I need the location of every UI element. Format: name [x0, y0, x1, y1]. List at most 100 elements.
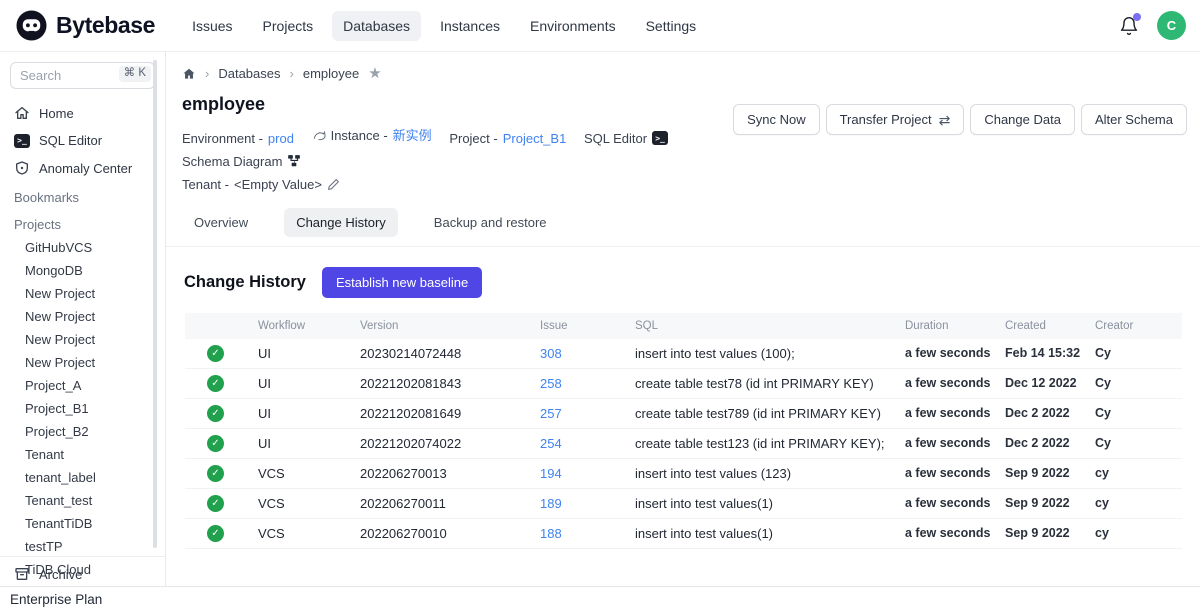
- sidebar-project-githubvcs[interactable]: GitHubVCS: [0, 236, 165, 259]
- version-cell: 202206270010: [348, 526, 528, 541]
- issue-cell: 189: [528, 496, 623, 511]
- created-cell: Dec 2 2022: [993, 436, 1083, 450]
- creator-cell: Cy: [1083, 436, 1182, 450]
- sidebar-project-project-b1[interactable]: Project_B1: [0, 397, 165, 420]
- bytebase-logo[interactable]: Bytebase: [16, 10, 155, 41]
- issue-link[interactable]: 189: [540, 496, 562, 511]
- sidebar-project-new-project[interactable]: New Project: [0, 328, 165, 351]
- user-avatar[interactable]: C: [1157, 11, 1186, 40]
- environment-link[interactable]: prod: [268, 127, 294, 150]
- col-header-sql: SQL: [623, 320, 893, 332]
- sidebar-project-tenant-test[interactable]: Tenant_test: [0, 489, 165, 512]
- duration-cell: a few seconds: [893, 436, 993, 450]
- sidebar-project-mongodb[interactable]: MongoDB: [0, 259, 165, 282]
- schema-diagram-label: Schema Diagram: [182, 150, 282, 173]
- sidebar-item-label: Home: [39, 106, 74, 121]
- version-cell: 202206270013: [348, 466, 528, 481]
- sidebar-project-tenanttidb[interactable]: TenantTiDB: [0, 512, 165, 535]
- sql-editor-label: SQL Editor: [584, 127, 647, 150]
- issue-link[interactable]: 308: [540, 346, 562, 361]
- table-row[interactable]: ✓UI20230214072448308insert into test val…: [185, 339, 1182, 369]
- main-content: › Databases › employee ★ employee Enviro…: [166, 52, 1200, 592]
- tab-backup-and-restore[interactable]: Backup and restore: [422, 208, 559, 237]
- breadcrumb-databases[interactable]: Databases: [218, 66, 280, 81]
- status-cell: ✓: [185, 345, 246, 362]
- sidebar-project-new-project[interactable]: New Project: [0, 282, 165, 305]
- table-row[interactable]: ✓UI20221202074022254create table test123…: [185, 429, 1182, 459]
- status-done-icon: ✓: [207, 495, 224, 512]
- table-row[interactable]: ✓VCS202206270011189insert into test valu…: [185, 489, 1182, 519]
- created-cell: Sep 9 2022: [993, 496, 1083, 510]
- schema-diagram-shortcut[interactable]: Schema Diagram: [182, 150, 301, 173]
- issue-cell: 258: [528, 376, 623, 391]
- nav-item-issues[interactable]: Issues: [181, 11, 243, 41]
- project-link[interactable]: Project_B1: [503, 127, 567, 150]
- issue-link[interactable]: 258: [540, 376, 562, 391]
- shield-icon: [14, 160, 30, 176]
- created-cell: Dec 12 2022: [993, 376, 1083, 390]
- sidebar-item-home[interactable]: Home: [0, 99, 165, 127]
- creator-cell: cy: [1083, 526, 1182, 540]
- table-row[interactable]: ✓UI20221202081649257create table test789…: [185, 399, 1182, 429]
- issue-cell: 308: [528, 346, 623, 361]
- duration-cell: a few seconds: [893, 496, 993, 510]
- keyboard-shortcut-badge: ⌘ K: [119, 66, 151, 82]
- home-breadcrumb-icon[interactable]: [182, 67, 196, 81]
- issue-link[interactable]: 188: [540, 526, 562, 541]
- bookmark-star-icon[interactable]: ★: [368, 66, 381, 81]
- creator-cell: Cy: [1083, 376, 1182, 390]
- sidebar-project-testtp[interactable]: testTP: [0, 535, 165, 558]
- alter-schema-button[interactable]: Alter Schema: [1081, 104, 1187, 135]
- sidebar-item-archive[interactable]: Archive: [0, 556, 165, 588]
- workflow-cell: UI: [246, 406, 348, 421]
- table-row[interactable]: ✓VCS202206270013194insert into test valu…: [185, 459, 1182, 489]
- tab-change-history[interactable]: Change History: [284, 208, 398, 237]
- sidebar-project-new-project[interactable]: New Project: [0, 351, 165, 374]
- nav-item-databases[interactable]: Databases: [332, 11, 421, 41]
- created-cell: Dec 2 2022: [993, 406, 1083, 420]
- sidebar-project-project-b2[interactable]: Project_B2: [0, 420, 165, 443]
- table-row[interactable]: ✓VCS202206270010188insert into test valu…: [185, 519, 1182, 549]
- sql-cell: create table test789 (id int PRIMARY KEY…: [623, 406, 893, 421]
- version-cell: 20221202074022: [348, 436, 528, 451]
- nav-item-instances[interactable]: Instances: [429, 11, 511, 41]
- tab-overview[interactable]: Overview: [182, 208, 260, 237]
- sync-now-button[interactable]: Sync Now: [733, 104, 820, 135]
- col-header-issue: Issue: [528, 320, 623, 332]
- archive-icon: [14, 566, 30, 582]
- table-row[interactable]: ✓UI20221202081843258create table test78 …: [185, 369, 1182, 399]
- database-meta: Environment - prod Instance - 新实例 Projec…: [182, 124, 782, 196]
- col-header-created: Created: [993, 320, 1083, 332]
- nav-item-environments[interactable]: Environments: [519, 11, 627, 41]
- mysql-dolphin-icon: [312, 129, 326, 143]
- created-cell: Sep 9 2022: [993, 526, 1083, 540]
- sql-cell: create table test123 (id int PRIMARY KEY…: [623, 436, 893, 451]
- creator-cell: cy: [1083, 496, 1182, 510]
- instance-link[interactable]: 新实例: [393, 124, 432, 147]
- sidebar-item-sql-editor[interactable]: >_ SQL Editor: [0, 127, 165, 154]
- bytebase-logo-icon: [16, 10, 47, 41]
- sql-editor-shortcut[interactable]: SQL Editor >_: [584, 127, 668, 150]
- notifications-button[interactable]: [1119, 16, 1139, 36]
- issue-link[interactable]: 254: [540, 436, 562, 451]
- status-cell: ✓: [185, 465, 246, 482]
- edit-pencil-icon[interactable]: [327, 178, 340, 191]
- issue-link[interactable]: 194: [540, 466, 562, 481]
- sidebar-project-project-a[interactable]: Project_A: [0, 374, 165, 397]
- nav-item-settings[interactable]: Settings: [635, 11, 708, 41]
- sidebar-item-anomaly-center[interactable]: Anomaly Center: [0, 154, 165, 182]
- sidebar-project-tenant[interactable]: Tenant: [0, 443, 165, 466]
- nav-item-projects[interactable]: Projects: [252, 11, 325, 41]
- establish-baseline-button[interactable]: Establish new baseline: [322, 267, 482, 298]
- status-done-icon: ✓: [207, 405, 224, 422]
- issue-link[interactable]: 257: [540, 406, 562, 421]
- sql-cell: insert into test values (100);: [623, 346, 893, 361]
- sidebar-project-tenant-label[interactable]: tenant_label: [0, 466, 165, 489]
- sidebar-scrollbar[interactable]: [153, 60, 157, 548]
- transfer-project-button[interactable]: Transfer Project⇄: [826, 104, 965, 135]
- sidebar-project-new-project[interactable]: New Project: [0, 305, 165, 328]
- tenant-value: <Empty Value>: [234, 173, 322, 196]
- terminal-icon: >_: [14, 134, 30, 148]
- change-data-button[interactable]: Change Data: [970, 104, 1075, 135]
- table-body: ✓UI20230214072448308insert into test val…: [185, 339, 1182, 549]
